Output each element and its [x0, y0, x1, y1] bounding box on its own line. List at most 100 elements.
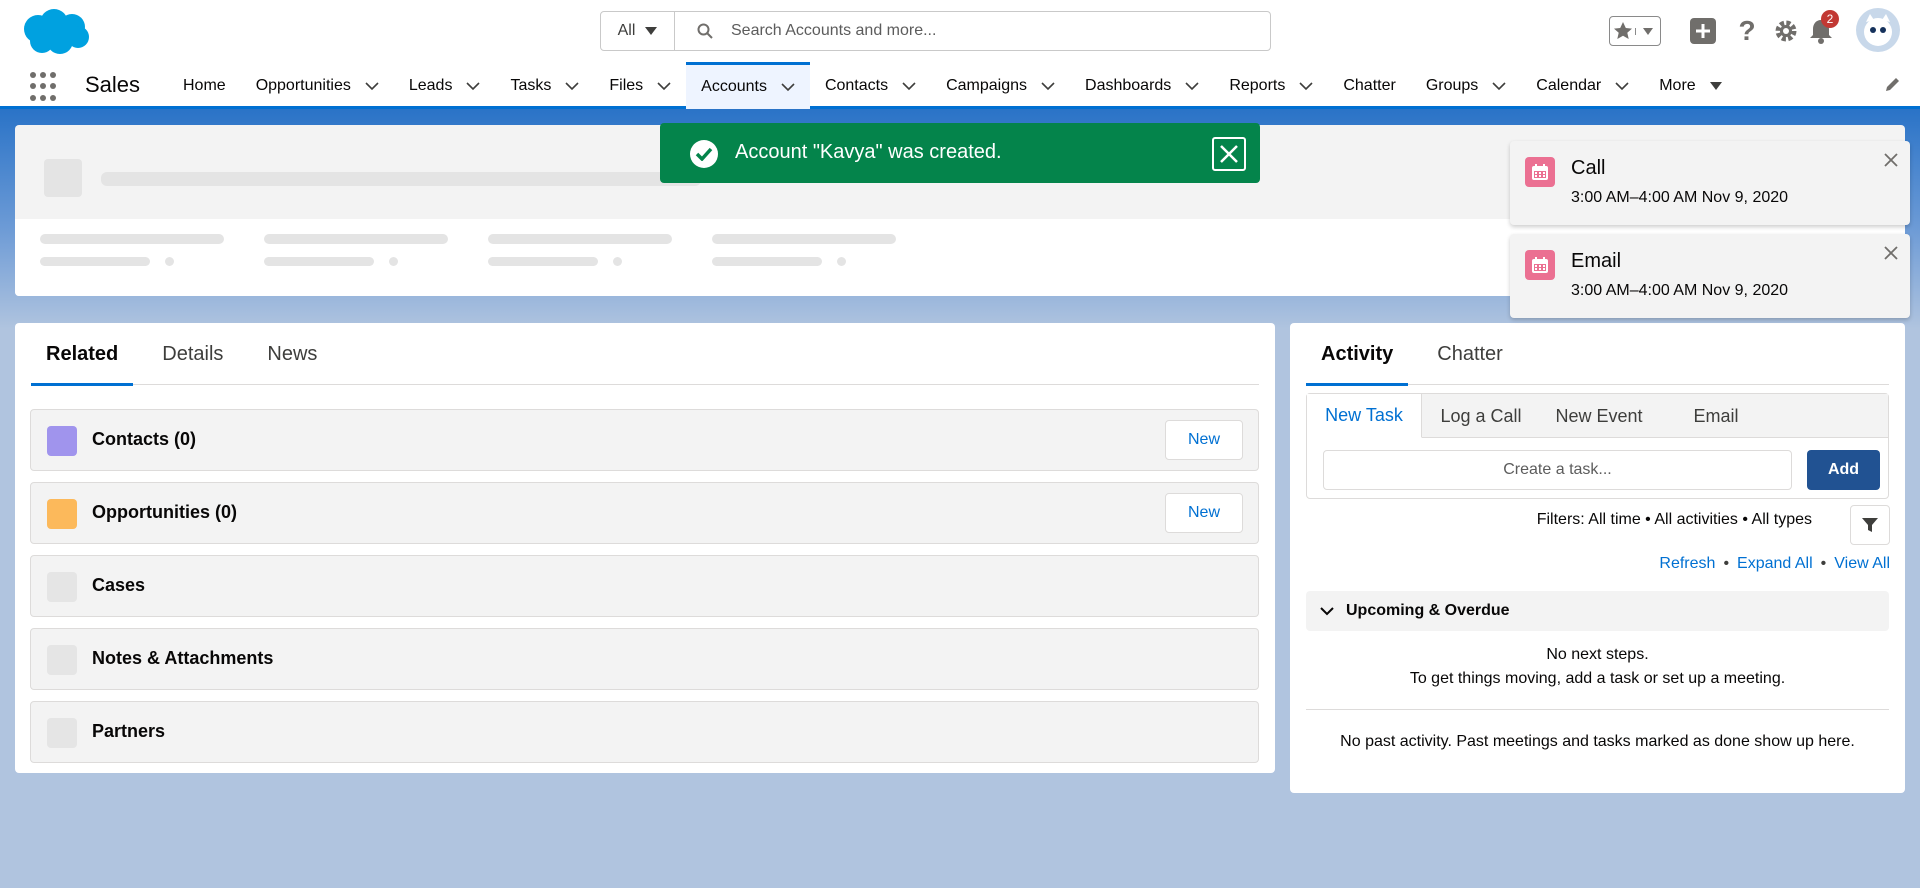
add-task-button[interactable]: Add: [1807, 450, 1880, 490]
tab-activity[interactable]: Activity: [1306, 323, 1409, 386]
success-toast: Account "Kavya" was created.: [660, 123, 1260, 183]
related-list-title[interactable]: Contacts (0): [92, 429, 196, 450]
related-list-title[interactable]: Cases: [92, 575, 145, 596]
chevron-down-icon: [1185, 81, 1199, 90]
tab-details[interactable]: Details: [147, 323, 238, 385]
nav-tab-label: Calendar: [1536, 76, 1602, 94]
nav-tab-chatter[interactable]: Chatter: [1328, 62, 1410, 109]
nav-tab-groups[interactable]: Groups: [1411, 62, 1521, 109]
chevron-down-icon: [1299, 81, 1313, 90]
nav-tab-files[interactable]: Files: [594, 62, 686, 109]
nav-tab-dashboards[interactable]: Dashboards: [1070, 62, 1214, 109]
event-icon: [1525, 250, 1555, 280]
tab-chatter[interactable]: Chatter: [1422, 323, 1518, 385]
search-input[interactable]: [731, 22, 1231, 40]
global-search: All: [600, 11, 1271, 51]
publisher-tab-new-task[interactable]: New Task: [1307, 394, 1422, 438]
partners-icon: [47, 718, 77, 748]
contacts-icon: [47, 426, 77, 456]
activity-card: Activity Chatter New Task Log a Call New Ev…: [1290, 323, 1905, 793]
app-nav-bar: Sales Home Opportunities Leads Tasks Files Ac…: [0, 62, 1920, 112]
publisher-tab-new-event[interactable]: New Event: [1540, 394, 1658, 438]
help-icon[interactable]: ?: [1734, 15, 1760, 46]
nav-tab-contacts[interactable]: Contacts: [810, 62, 931, 109]
new-contacts-button[interactable]: New: [1165, 420, 1243, 460]
nav-tab-label: Groups: [1425, 76, 1479, 94]
bell-icon[interactable]: 2: [1809, 10, 1839, 44]
favorites-button[interactable]: [1609, 16, 1661, 46]
upcoming-overdue-section[interactable]: Upcoming & Overdue: [1306, 591, 1889, 631]
new-opportunities-button[interactable]: New: [1165, 493, 1243, 533]
chevron-down-icon: [565, 81, 579, 90]
nav-tabs: Home Opportunities Leads Tasks Files Accounts…: [168, 62, 1737, 112]
nav-tab-label: Leads: [408, 76, 453, 94]
reminder-title: Call: [1571, 157, 1606, 179]
chevron-down-icon: [466, 81, 481, 90]
record-tabs: Related Details News: [31, 323, 1259, 386]
chevron-down-icon: [1041, 81, 1055, 90]
global-header: All ? 2: [0, 0, 1920, 62]
cases-icon: [47, 572, 77, 602]
search-field: [675, 12, 1270, 50]
publisher-tab-email[interactable]: Email: [1658, 394, 1774, 438]
search-icon: [697, 23, 713, 39]
related-list-cases: Cases: [30, 555, 1259, 617]
favorites-list-button[interactable]: [1635, 27, 1660, 35]
reminder-time: 3:00 AM–4:00 AM Nov 9, 2020: [1571, 189, 1789, 206]
nav-tab-reports[interactable]: Reports: [1214, 62, 1328, 109]
nav-tab-opportunities[interactable]: Opportunities: [241, 62, 394, 109]
nav-tab-label: Chatter: [1343, 76, 1396, 94]
search-scope-dropdown[interactable]: All: [601, 12, 675, 50]
no-next-steps-hint: To get things moving, add a task or set …: [1409, 670, 1786, 687]
reminder-time: 3:00 AM–4:00 AM Nov 9, 2020: [1571, 282, 1789, 299]
gear-icon[interactable]: [1773, 18, 1799, 44]
nav-tab-more[interactable]: More: [1644, 62, 1736, 109]
view-all-link[interactable]: View All: [1834, 555, 1890, 573]
filter-button[interactable]: [1850, 505, 1890, 545]
nav-tab-home[interactable]: Home: [168, 62, 241, 109]
event-reminder-email[interactable]: Email 3:00 AM–4:00 AM Nov 9, 2020: [1510, 234, 1910, 318]
nav-tab-label: More: [1659, 76, 1696, 94]
close-icon[interactable]: [1884, 246, 1898, 265]
create-task-input[interactable]: Create a task...: [1323, 450, 1792, 490]
related-list-opportunities: Opportunities (0) New: [30, 482, 1259, 544]
salesforce-cloud-logo[interactable]: [20, 7, 92, 57]
star-icon[interactable]: [1610, 21, 1635, 41]
app-name: Sales: [85, 72, 141, 97]
reminder-title: Email: [1571, 250, 1622, 272]
nav-tab-label: Home: [183, 76, 226, 94]
tab-related[interactable]: Related: [31, 323, 134, 386]
publisher-tab-log-a-call[interactable]: Log a Call: [1422, 394, 1540, 438]
chevron-down-icon: [781, 83, 795, 92]
event-reminder-call[interactable]: Call 3:00 AM–4:00 AM Nov 9, 2020: [1510, 141, 1910, 225]
related-list-contacts: Contacts (0) New: [30, 409, 1259, 471]
nav-tab-calendar[interactable]: Calendar: [1521, 62, 1644, 109]
expand-all-link[interactable]: Expand All: [1737, 555, 1813, 573]
publisher-tabs: New Task Log a Call New Event Email: [1307, 394, 1888, 438]
related-list-title[interactable]: Opportunities (0): [92, 502, 237, 523]
refresh-link[interactable]: Refresh: [1659, 555, 1715, 573]
nav-tab-leads[interactable]: Leads: [394, 62, 496, 109]
app-launcher-icon[interactable]: [30, 72, 60, 102]
edit-nav-icon[interactable]: [1884, 75, 1902, 98]
no-past-activity: No past activity. Past meetings and task…: [1340, 733, 1855, 750]
nav-tab-label: Reports: [1229, 76, 1286, 94]
close-icon[interactable]: [1884, 153, 1898, 172]
activity-links: Refresh • Expand All • View All: [1659, 555, 1890, 573]
no-next-steps: No next steps. To get things moving, add…: [1306, 643, 1889, 691]
related-list-title[interactable]: Notes & Attachments: [92, 648, 273, 669]
separator: •: [1820, 555, 1827, 572]
success-check-icon: [690, 140, 718, 168]
avatar[interactable]: [1856, 8, 1900, 52]
add-icon[interactable]: [1690, 18, 1716, 44]
filter-icon: [1862, 518, 1878, 532]
related-list-title[interactable]: Partners: [92, 721, 165, 742]
nav-tab-accounts[interactable]: Accounts: [686, 62, 810, 112]
caret-down-icon: [1643, 27, 1653, 35]
caret-down-icon: [1709, 81, 1722, 90]
tab-news[interactable]: News: [252, 323, 332, 385]
notification-count-badge: 2: [1821, 10, 1839, 28]
close-icon[interactable]: [1212, 137, 1246, 171]
nav-tab-campaigns[interactable]: Campaigns: [931, 62, 1070, 109]
nav-tab-tasks[interactable]: Tasks: [495, 62, 594, 109]
